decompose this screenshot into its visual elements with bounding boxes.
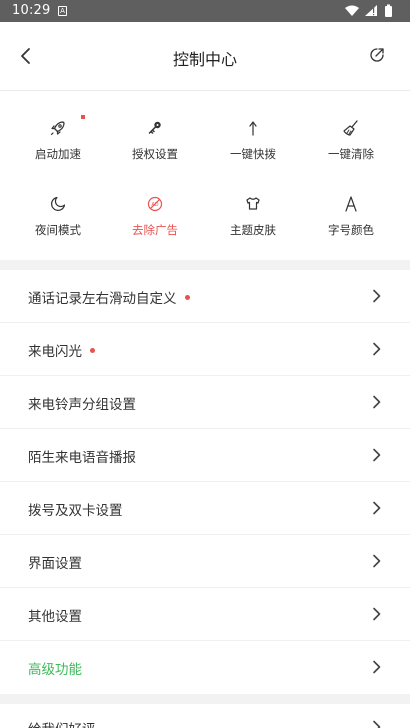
- settings-row-advanced[interactable]: 高级功能: [0, 641, 410, 694]
- grid-item-boost[interactable]: 启动加速: [7, 118, 109, 168]
- settings-row-label: 陌生来电语音播报: [28, 450, 136, 466]
- status-bar: 10:29 A: [0, 0, 410, 22]
- wifi-icon: [345, 5, 359, 16]
- chevron-right-icon: [373, 554, 381, 568]
- chevron-right-icon: [373, 660, 381, 674]
- shirt-icon: [246, 197, 260, 210]
- grid-item-label: 授权设置: [132, 147, 178, 161]
- settings-row-label: 高级功能: [28, 662, 82, 678]
- settings-row-label: 来电铃声分组设置: [28, 397, 136, 413]
- grid-item-font-color[interactable]: 字号颜色: [300, 194, 402, 244]
- quick-actions-grid: 启动加速 授权设置 一键快拨 一键清除 夜间模式 AD 去除广告 主题皮肤 字号…: [0, 90, 410, 260]
- grid-item-label: 一键清除: [328, 147, 374, 161]
- notification-icon: A: [58, 6, 67, 16]
- settings-row-dial-dual-sim[interactable]: 拨号及双卡设置: [0, 482, 410, 535]
- chevron-right-icon: [373, 607, 381, 621]
- settings-row-label: 拨号及双卡设置: [28, 503, 123, 519]
- settings-row-interface[interactable]: 界面设置: [0, 535, 410, 588]
- new-badge: [90, 347, 95, 353]
- signal-icon: [365, 5, 377, 16]
- grid-item-permissions[interactable]: 授权设置: [104, 118, 206, 168]
- moon-icon: [51, 196, 66, 211]
- status-time: 10:29: [12, 3, 51, 18]
- battery-icon: [385, 4, 392, 17]
- settings-row-label: 界面设置: [28, 556, 82, 572]
- grid-item-label: 一键快拨: [230, 147, 276, 161]
- page-title: 控制中心: [172, 50, 237, 69]
- grid-item-label: 主题皮肤: [230, 223, 276, 237]
- grid-item-theme[interactable]: 主题皮肤: [202, 194, 304, 244]
- broom-icon: [343, 120, 358, 136]
- settings-row-caller-announce[interactable]: 陌生来电语音播报: [0, 429, 410, 482]
- status-icons: [344, 4, 400, 18]
- chevron-right-icon: [373, 395, 381, 409]
- grid-item-label: 夜间模式: [35, 223, 81, 237]
- chevron-right-icon: [373, 289, 381, 303]
- grid-item-label: 去除广告: [132, 223, 178, 237]
- new-badge: [184, 294, 190, 300]
- settings-row-label: 来电闪光: [28, 340, 95, 360]
- key-icon: [148, 121, 161, 134]
- grid-item-night-mode[interactable]: 夜间模式: [7, 194, 109, 244]
- settings-list: 通话记录左右滑动自定义 来电闪光 来电铃声分组设置 陌生来电语音播报 拨号及双卡…: [0, 270, 410, 694]
- settings-row-other[interactable]: 其他设置: [0, 588, 410, 641]
- settings-row-call-flash[interactable]: 来电闪光: [0, 323, 410, 376]
- rocket-icon: [50, 121, 65, 136]
- chevron-right-icon: [373, 448, 381, 462]
- settings-row-label: 给我们好评: [28, 718, 96, 728]
- no-ads-icon: AD: [147, 196, 163, 212]
- dial-arrow-icon: [249, 121, 257, 136]
- chevron-right-icon: [373, 501, 381, 515]
- header: 控制中心: [0, 22, 410, 90]
- settings-row-label: 其他设置: [28, 609, 82, 625]
- font-icon: [345, 196, 357, 212]
- grid-item-label: 字号颜色: [328, 223, 374, 237]
- settings-row-ringtone-groups[interactable]: 来电铃声分组设置: [0, 376, 410, 429]
- new-badge: [81, 115, 85, 119]
- svg-text:AD: AD: [151, 202, 158, 208]
- chevron-right-icon: [373, 720, 381, 728]
- settings-row-label: 通话记录左右滑动自定义: [28, 287, 190, 307]
- grid-item-quick-dial[interactable]: 一键快拨: [202, 118, 304, 168]
- share-icon[interactable]: [368, 46, 386, 64]
- feedback-list: 给我们好评: [0, 704, 410, 728]
- grid-item-clear[interactable]: 一键清除: [300, 118, 402, 168]
- grid-item-remove-ads[interactable]: AD 去除广告: [104, 194, 206, 244]
- grid-item-label: 启动加速: [35, 147, 81, 161]
- settings-row-swipe-custom[interactable]: 通话记录左右滑动自定义: [0, 270, 410, 323]
- chevron-right-icon: [373, 342, 381, 356]
